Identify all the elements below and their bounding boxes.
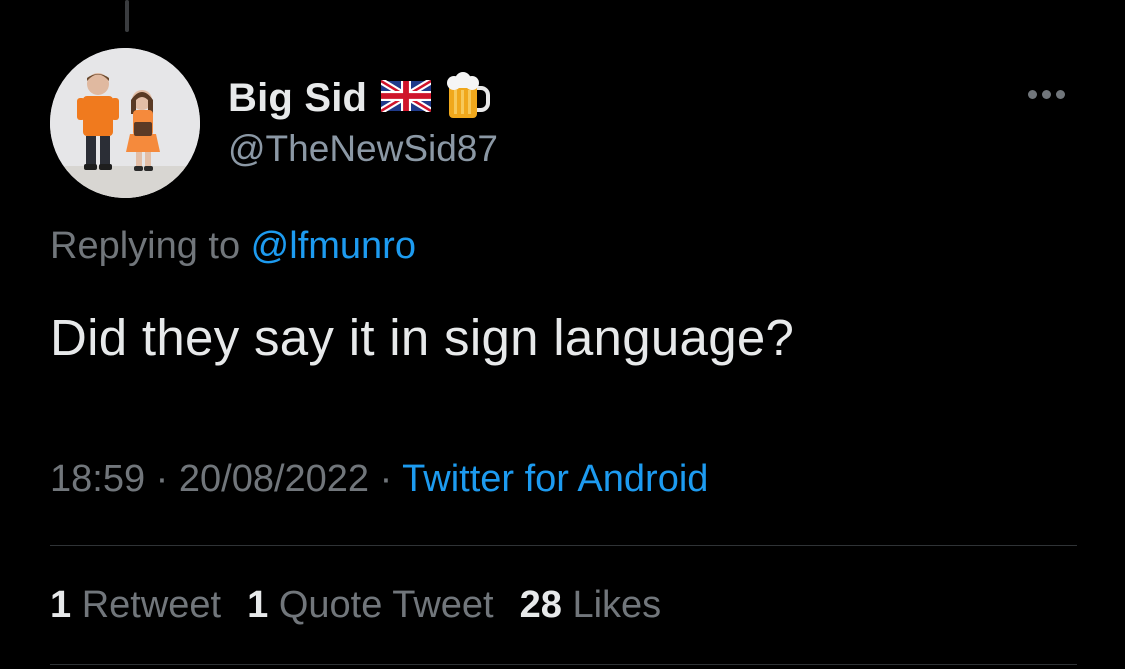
replying-to: Replying to @lfmunro xyxy=(50,225,416,268)
tweet-time[interactable]: 18:59 xyxy=(50,458,145,500)
more-dot xyxy=(1042,90,1051,99)
more-options-icon[interactable] xyxy=(1028,90,1065,99)
thread-connector-line xyxy=(125,0,129,32)
quote-tweets-count: 1 xyxy=(247,584,269,626)
tweet-source-link[interactable]: Twitter for Android xyxy=(402,458,708,500)
author-display-name[interactable]: Big Sid xyxy=(228,76,367,121)
author-handle[interactable]: @TheNewSid87 xyxy=(228,128,498,170)
more-dot xyxy=(1028,90,1037,99)
meta-separator: · xyxy=(369,458,403,500)
tweet-detail: Big Sid @TheNewSid87 Replying to @lfmunr… xyxy=(0,0,1125,669)
tweet-metadata: 18:59 · 20/08/2022 · Twitter for Android xyxy=(50,458,708,501)
replying-to-prefix: Replying to xyxy=(50,225,251,267)
engagement-stats: 1 Retweet 1 Quote Tweet 28 Likes xyxy=(50,584,661,627)
tweet-date[interactable]: 20/08/2022 xyxy=(179,458,369,500)
likes-count: 28 xyxy=(519,584,562,626)
quote-tweets-stat[interactable]: 1 Quote Tweet xyxy=(247,584,493,627)
uk-flag-icon xyxy=(379,77,433,117)
divider xyxy=(50,545,1077,546)
beer-mug-icon xyxy=(445,71,491,125)
retweets-label: Retweet xyxy=(81,584,222,626)
author-name-row[interactable]: Big Sid xyxy=(228,71,491,125)
avatar[interactable] xyxy=(50,48,200,198)
quote-tweets-label: Quote Tweet xyxy=(278,584,494,626)
likes-label: Likes xyxy=(572,584,662,626)
retweets-count: 1 xyxy=(50,584,72,626)
avatar-photo xyxy=(50,48,200,198)
more-dot xyxy=(1056,90,1065,99)
reply-mention-link[interactable]: @lfmunro xyxy=(251,225,416,267)
divider xyxy=(50,664,1077,665)
meta-separator: · xyxy=(145,458,179,500)
retweets-stat[interactable]: 1 Retweet xyxy=(50,584,221,627)
likes-stat[interactable]: 28 Likes xyxy=(520,584,662,627)
tweet-text: Did they say it in sign language? xyxy=(50,309,795,366)
